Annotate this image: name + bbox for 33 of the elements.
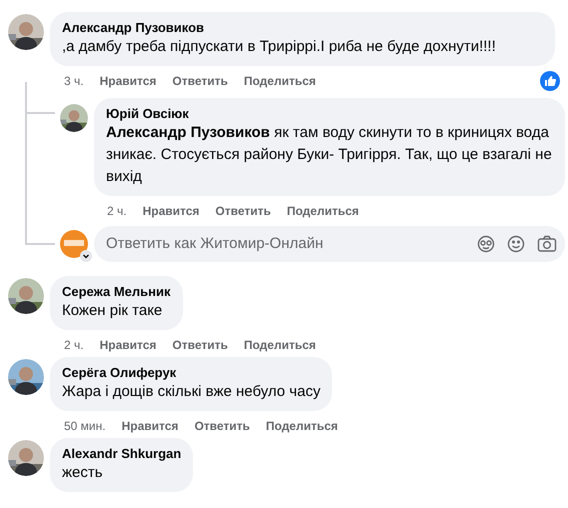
- comment-text: ,а дамбу треба підпускати в Триріррі.І риба не буде дохнути!!!!: [62, 37, 497, 57]
- comment-author[interactable]: Александр Пузовиков: [62, 19, 543, 36]
- comment-author[interactable]: Alexandr Shkurgan: [62, 445, 182, 462]
- action-link[interactable]: Нравится: [100, 72, 156, 90]
- action-link[interactable]: Нравится: [122, 417, 178, 435]
- emoji-icon[interactable]: [507, 235, 525, 253]
- camera-icon[interactable]: [537, 235, 557, 253]
- reply-input-field[interactable]: Ответить как Житомир-Онлайн: [106, 232, 465, 256]
- action-link[interactable]: Поделиться: [286, 202, 359, 220]
- action-link[interactable]: Нравится: [100, 336, 156, 354]
- timestamp: 3 ч.: [64, 73, 84, 90]
- action-link[interactable]: Нравится: [142, 202, 200, 220]
- chevron-down-icon[interactable]: [80, 250, 92, 262]
- timestamp: 2 ч.: [64, 337, 84, 354]
- like-icon: [540, 71, 560, 91]
- timestamp: 2 ч.: [107, 203, 127, 220]
- avatar-sticker-icon[interactable]: [477, 235, 495, 253]
- action-link[interactable]: Ответить: [172, 72, 228, 90]
- comment-text: Жара і дощів скількі вже небуло часу: [62, 382, 320, 402]
- action-link[interactable]: Поделиться: [244, 336, 316, 354]
- comment-author[interactable]: Сережа Мельник: [62, 283, 170, 300]
- comment-text: жесть: [62, 463, 104, 483]
- action-link[interactable]: Ответить: [172, 336, 228, 354]
- comment-text: Александр Пузовиков як там воду скинути то в криницях вода зникає. Стосується району Буки- Тригірря. Так, що це взагалі не вихід: [106, 123, 553, 187]
- comment-author[interactable]: Юрій Овсіюк: [106, 105, 553, 122]
- comment-text: Кожен рік таке: [62, 301, 164, 321]
- timestamp: 50 мин.: [64, 418, 106, 435]
- reply-field[interactable]: Ответить как Житомир-Онлайн: [94, 226, 565, 262]
- action-link[interactable]: Ответить: [215, 202, 271, 220]
- action-link[interactable]: Поделиться: [244, 72, 316, 90]
- action-link[interactable]: Ответить: [194, 417, 250, 435]
- comment-author[interactable]: Серёга Олиферук: [62, 364, 320, 381]
- action-link[interactable]: Поделиться: [266, 417, 338, 435]
